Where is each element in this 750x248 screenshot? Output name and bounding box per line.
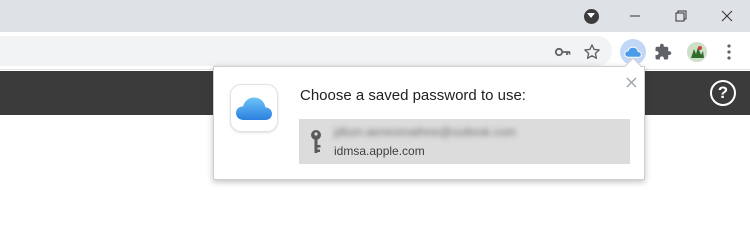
puzzle-icon [655,43,672,60]
icloud-app-tile [230,84,278,132]
title-bar [0,0,750,32]
browser-window: ? Choose a saved password to use: jdlum.… [0,0,750,248]
close-icon [721,10,733,22]
password-key-button[interactable] [552,41,574,63]
minimize-icon [630,15,640,17]
bookmark-star-button[interactable] [581,41,603,63]
restore-button[interactable] [666,0,696,32]
close-button[interactable] [712,0,742,32]
kebab-menu-icon [727,44,731,60]
profile-avatar-button[interactable] [686,41,708,63]
extensions-button[interactable] [652,41,674,63]
close-icon [626,77,636,87]
key-icon [554,47,571,57]
help-button[interactable]: ? [710,80,736,106]
icloud-icon [236,97,272,120]
help-icon: ? [717,83,729,102]
star-icon [584,44,600,59]
minimize-button[interactable] [620,0,650,32]
address-bar[interactable] [0,36,612,66]
credential-username: jdlum.aeneomathne@outlook.com [334,125,517,139]
popup-title: Choose a saved password to use: [300,87,526,104]
profile-dropdown-icon [583,8,599,24]
popup-close-button[interactable] [624,75,638,89]
credential-site: idmsa.apple.com [334,144,425,158]
key-icon [309,129,323,155]
profile-dropdown-button[interactable] [580,0,602,32]
browser-menu-button[interactable] [718,41,740,63]
password-picker-popup: Choose a saved password to use: jdlum.ae… [213,57,645,180]
restore-icon [675,10,687,22]
avatar [687,42,707,62]
saved-credential-item[interactable]: jdlum.aeneomathne@outlook.com idmsa.appl… [299,119,630,164]
